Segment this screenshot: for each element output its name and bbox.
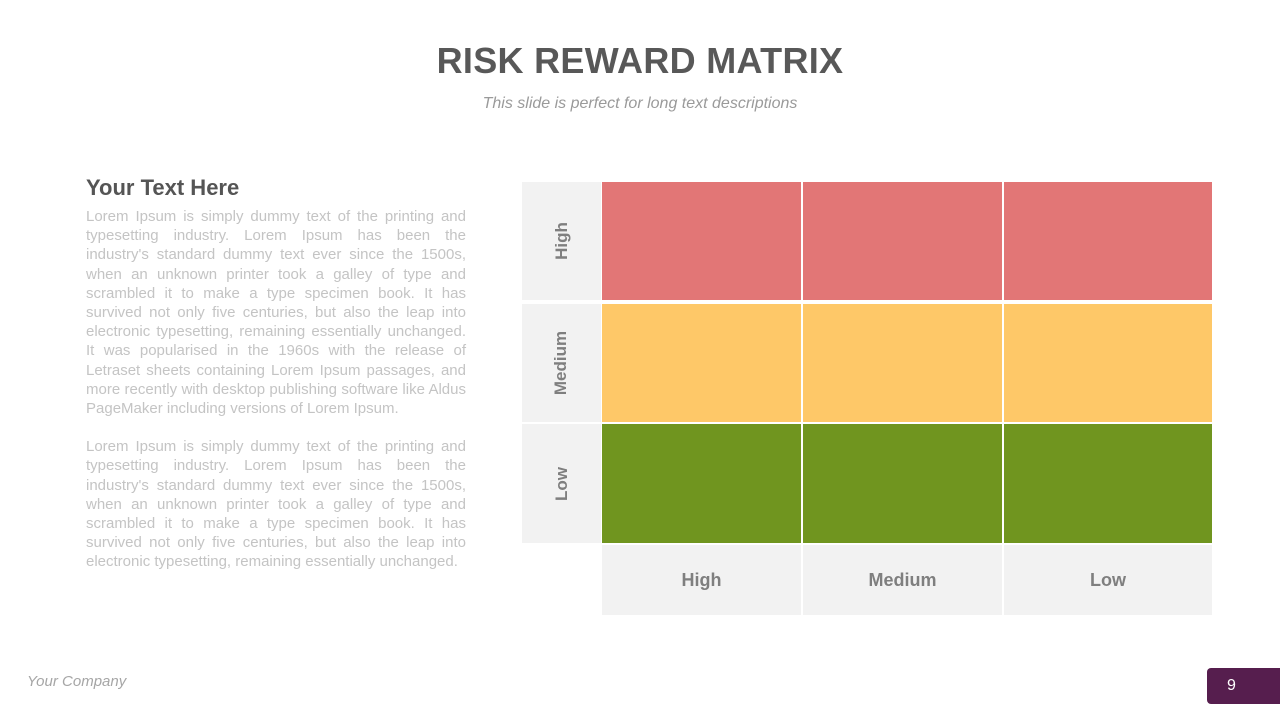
page-number-badge: 9 xyxy=(1207,668,1280,704)
row-label-medium: Medium xyxy=(522,304,601,422)
row-label-high: High xyxy=(522,182,601,300)
matrix-cell-medium-low xyxy=(1004,304,1212,422)
row-label-text: High xyxy=(551,222,571,260)
matrix-cell-low-high xyxy=(602,424,801,543)
row-label-text: Medium xyxy=(551,330,571,396)
footer-company: Your Company xyxy=(27,673,127,690)
col-label-medium: Medium xyxy=(803,545,1002,615)
col-label-high: High xyxy=(602,545,801,615)
matrix-cell-low-medium xyxy=(803,424,1002,543)
risk-reward-matrix: High Medium Low High Medium Low xyxy=(0,0,1280,720)
page-number: 9 xyxy=(1227,677,1236,694)
matrix-cell-medium-high xyxy=(602,304,801,422)
col-label-low: Low xyxy=(1004,545,1212,615)
matrix-cell-low-low xyxy=(1004,424,1212,543)
matrix-cell-high-medium xyxy=(803,182,1002,300)
matrix-cell-high-high xyxy=(602,182,801,300)
row-label-low: Low xyxy=(522,424,601,543)
row-label-text: Low xyxy=(551,466,571,501)
matrix-cell-high-low xyxy=(1004,182,1212,300)
matrix-cell-medium-medium xyxy=(803,304,1002,422)
